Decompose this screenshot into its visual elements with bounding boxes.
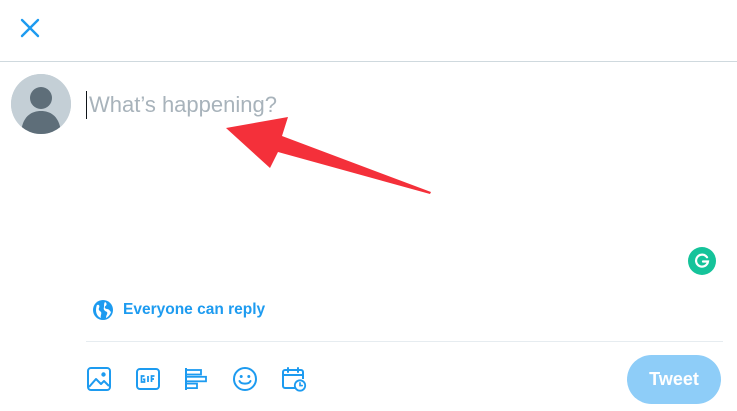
schedule-icon (282, 367, 307, 392)
compose-input[interactable]: What’s happening? (86, 84, 686, 126)
poll-icon (185, 368, 207, 390)
add-poll-button[interactable] (182, 365, 210, 393)
add-media-button[interactable] (85, 365, 113, 393)
reply-setting-button[interactable]: Everyone can reply (92, 297, 265, 323)
emoji-icon (233, 367, 257, 391)
grammarly-button[interactable] (688, 247, 716, 275)
schedule-button[interactable] (280, 365, 308, 393)
toolbar-divider (86, 341, 723, 342)
image-icon (87, 367, 111, 391)
avatar[interactable] (11, 74, 71, 134)
globe-icon (93, 300, 113, 320)
add-gif-button[interactable] (134, 365, 162, 393)
close-button[interactable] (14, 12, 46, 44)
text-caret (86, 91, 87, 119)
gif-icon (136, 368, 160, 390)
header-divider (0, 61, 737, 62)
close-icon (20, 18, 40, 38)
add-emoji-button[interactable] (231, 365, 259, 393)
reply-setting-label: Everyone can reply (123, 301, 266, 318)
default-avatar-icon (11, 74, 71, 134)
tweet-button[interactable]: Tweet (627, 355, 721, 404)
grammarly-icon (694, 253, 710, 268)
compose-placeholder: What’s happening? (89, 92, 277, 117)
